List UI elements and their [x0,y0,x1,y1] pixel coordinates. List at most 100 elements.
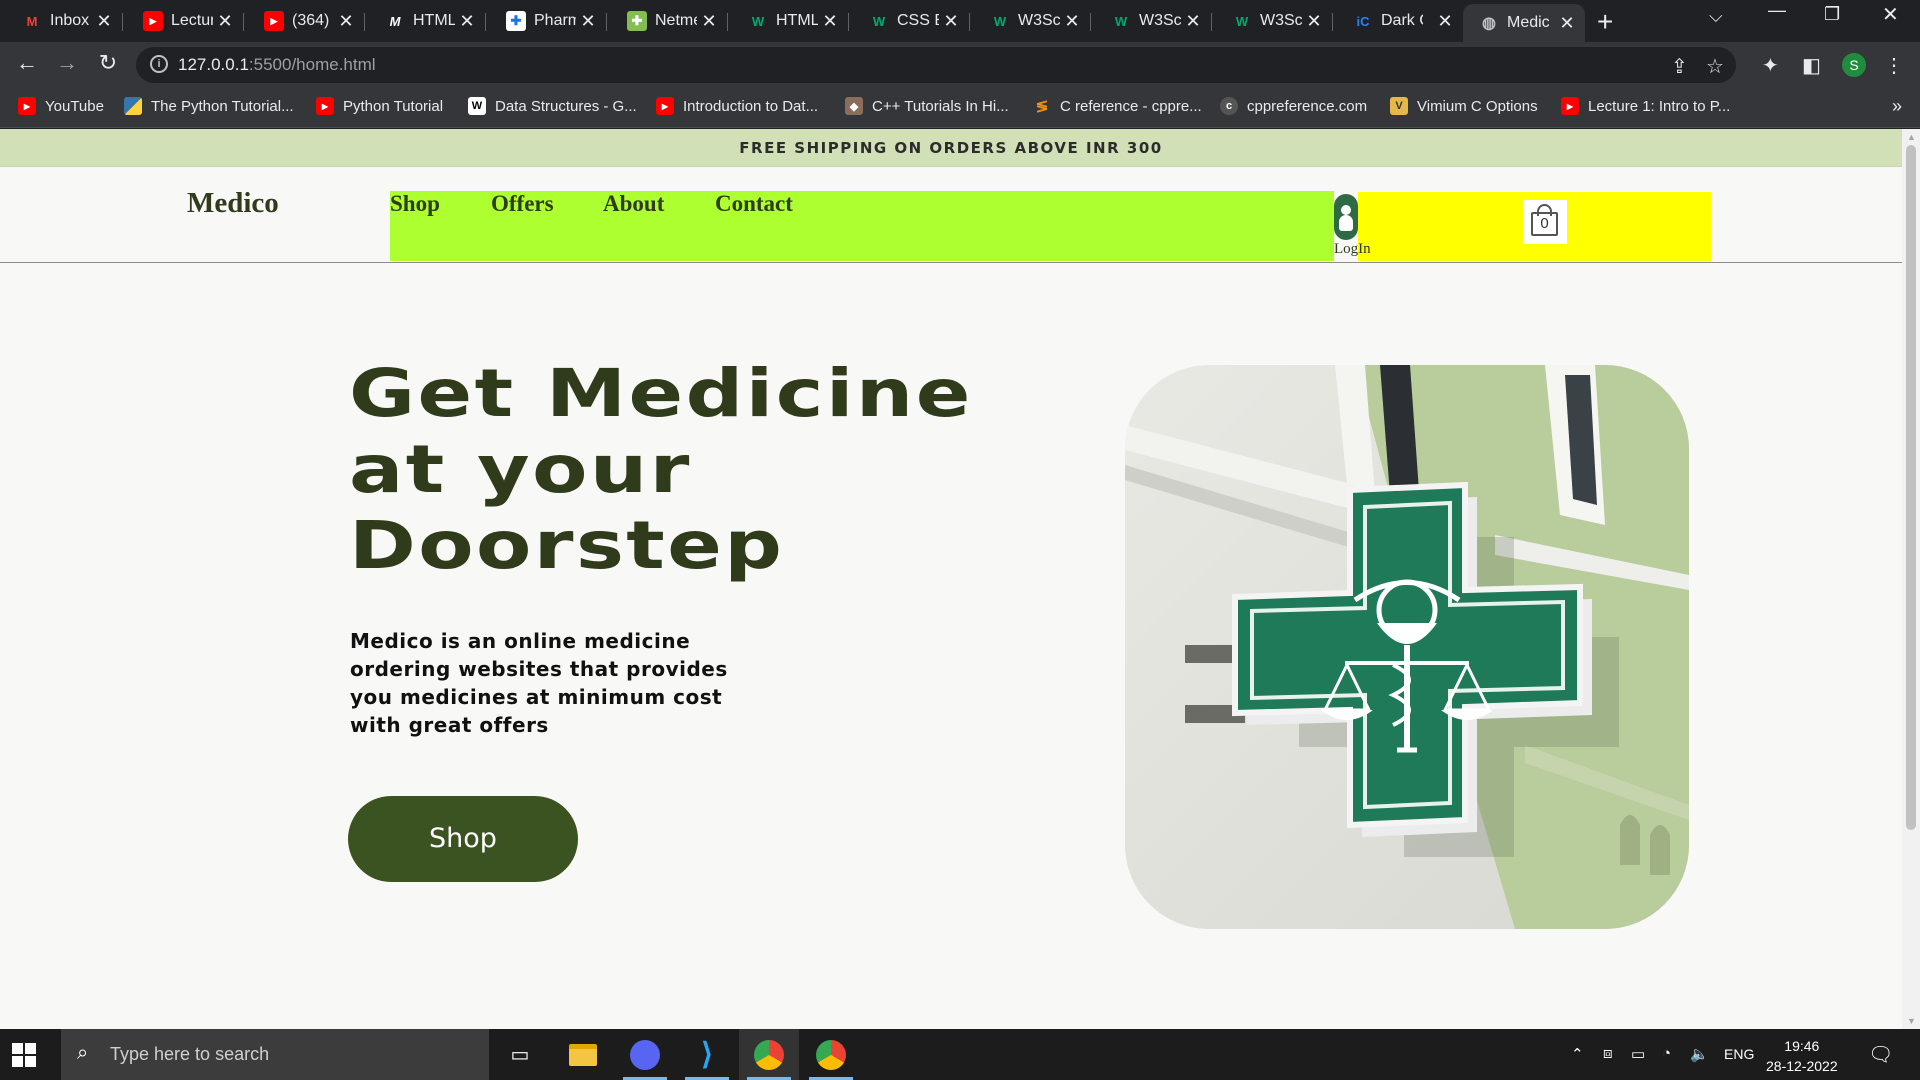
page-scrollbar[interactable]: ▲ ▼ [1902,129,1920,1029]
tab-html-medium[interactable]: M HTML ✕ [363,4,486,38]
close-icon[interactable]: ✕ [578,11,598,32]
tab-w3-css[interactable]: W CSS B ✕ [847,4,970,38]
python-icon [124,97,142,115]
w3schools-icon: W [1235,13,1249,29]
battery-icon[interactable]: ▭ [1631,1045,1645,1063]
file-explorer-icon[interactable] [553,1029,613,1080]
site-logo[interactable]: Medico [187,187,279,220]
chrome-profile-icon[interactable] [801,1029,861,1080]
wikipedia-icon: W [468,97,486,115]
bookmark-intro-data[interactable]: ▶ Introduction to Dat... [656,97,818,115]
close-icon[interactable]: ✕ [1557,13,1577,34]
more-bookmarks-icon[interactable]: » [1892,96,1902,117]
bookmark-c-reference[interactable]: ≶ C reference - cppre... [1033,97,1202,116]
extensions-icon[interactable]: ✦ [1762,53,1779,78]
minimize-icon[interactable]: — [1768,0,1786,21]
main-nav: Shop Offers About Contact [390,191,1334,261]
scrollbar-thumb[interactable] [1906,145,1916,830]
vscode-icon[interactable]: ⟩ [677,1029,737,1080]
nav-link-offers[interactable]: Offers [491,191,554,217]
url-host: 127.0.0.1 [178,55,249,74]
window-close-icon[interactable]: ✕ [1882,2,1899,27]
menu-icon[interactable]: ⋮ [1884,53,1904,78]
close-icon[interactable]: ✕ [1435,11,1455,32]
tab-inbox[interactable]: M Inbox ✕ [0,4,123,38]
bookmark-python-tutorial[interactable]: ▶ Python Tutorial [316,97,443,115]
restore-icon[interactable]: ❐ [1824,4,1840,25]
tab-netmeds[interactable]: ✚ Netmeds ✕ [605,4,728,38]
profile-avatar[interactable]: S [1842,53,1866,77]
task-view-icon[interactable]: ▭ [490,1029,550,1080]
close-icon[interactable]: ✕ [1183,11,1203,32]
close-icon[interactable]: ✕ [94,11,114,32]
new-tab-icon[interactable]: + [1597,6,1613,38]
language-indicator[interactable]: ENG [1724,1046,1754,1062]
address-bar[interactable]: i 127.0.0.1:5500/home.html ⇪ ☆ [136,47,1736,83]
nav-link-contact[interactable]: Contact [715,191,793,217]
tab-dark[interactable]: iC Dark C ✕ [1331,4,1463,38]
bookmark-label: Vimium C Options [1417,97,1538,115]
bookmark-vimium[interactable]: V Vimium C Options [1390,97,1538,115]
close-icon[interactable]: ✕ [941,11,961,32]
tab-w3-a[interactable]: W W3Sch ✕ [968,4,1091,38]
chrome-icon[interactable] [739,1029,799,1080]
volume-icon[interactable]: 🔈 [1690,1045,1709,1063]
close-icon[interactable]: ✕ [699,11,719,32]
windows-start-icon[interactable] [12,1043,36,1067]
tab-w3-b[interactable]: W W3Sch ✕ [1089,4,1212,38]
close-icon[interactable]: ✕ [215,11,235,32]
wifi-icon[interactable]: ◔ [1662,1045,1671,1062]
nav-link-shop[interactable]: Shop [390,191,440,217]
bookmark-label: Python Tutorial [343,97,444,115]
close-icon[interactable]: ✕ [1062,11,1082,32]
bookmark-star-icon[interactable]: ☆ [1706,54,1724,79]
youtube-icon: ▶ [143,11,163,31]
discord-icon[interactable] [615,1029,675,1080]
tab-medico-active[interactable]: ◍ Medic ✕ [1463,4,1585,42]
tab-w3-c[interactable]: W W3Sch ✕ [1210,4,1333,38]
tab-w3-html[interactable]: W HTML ✕ [726,4,849,38]
tray-overflow-icon[interactable]: ⌃ [1571,1045,1584,1063]
taskbar-clock[interactable]: 19:46 28-12-2022 [1766,1036,1838,1076]
clock-time: 19:46 [1784,1038,1820,1054]
scroll-up-icon[interactable]: ▲ [1907,132,1916,142]
youtube-icon: ▶ [1561,97,1579,115]
bookmark-python-tutorial-docs[interactable]: The Python Tutorial... [124,97,294,115]
search-icon: ⌕ [77,1042,89,1064]
tab-youtube[interactable]: ▶ (364) ✕ [242,4,365,38]
hero-title-line: Get Medicine [349,355,973,432]
close-icon[interactable]: ✕ [820,11,840,32]
close-icon[interactable]: ✕ [457,11,477,32]
scroll-down-icon[interactable]: ▼ [1907,1016,1916,1026]
login-label: LogIn [1334,241,1371,257]
bookmark-youtube[interactable]: ▶ YouTube [18,97,104,115]
bookmark-cppreference[interactable]: c cppreference.com [1220,97,1367,115]
tab-pharmacy[interactable]: ✚ Pharm ✕ [484,4,607,38]
notifications-icon[interactable]: 🗨 [1868,1042,1893,1067]
close-icon[interactable]: ✕ [336,11,356,32]
reload-icon[interactable]: ↻ [93,50,123,76]
side-panel-icon[interactable]: ◧ [1802,53,1821,78]
taskbar-search[interactable]: ⌕ Type here to search [61,1029,489,1080]
tab-title: Netmeds [655,12,697,29]
url-text[interactable]: 127.0.0.1:5500/home.html [178,55,376,75]
codewithharry-icon: ◆ [845,97,863,115]
forward-icon[interactable]: → [52,50,82,76]
device-icon[interactable]: ⧈ [1603,1045,1613,1062]
nav-link-about[interactable]: About [603,191,664,217]
cart-button[interactable]: 0 [1523,200,1567,244]
back-icon[interactable]: ← [12,50,42,76]
tab-search-icon[interactable]: ⌵ [1709,6,1723,27]
share-icon[interactable]: ⇪ [1671,54,1688,79]
close-icon[interactable]: ✕ [1304,11,1324,32]
bookmark-lecture-1[interactable]: ▶ Lecture 1: Intro to P... [1561,97,1730,115]
login-button[interactable]: LogIn [1334,191,1371,261]
tab-lecture[interactable]: ▶ Lecture ✕ [121,4,244,38]
bookmark-data-structures[interactable]: W Data Structures - G... [468,97,637,115]
tab-title: Inbox [50,12,90,29]
hero-description: Medico is an online medicine ordering we… [350,629,728,737]
promo-banner: FREE SHIPPING ON ORDERS ABOVE INR 300 [0,129,1902,167]
bookmark-cpp-tutorials[interactable]: ◆ C++ Tutorials In Hi... [845,97,1009,115]
shop-button[interactable]: Shop [348,796,578,882]
site-info-icon[interactable]: i [150,55,168,73]
